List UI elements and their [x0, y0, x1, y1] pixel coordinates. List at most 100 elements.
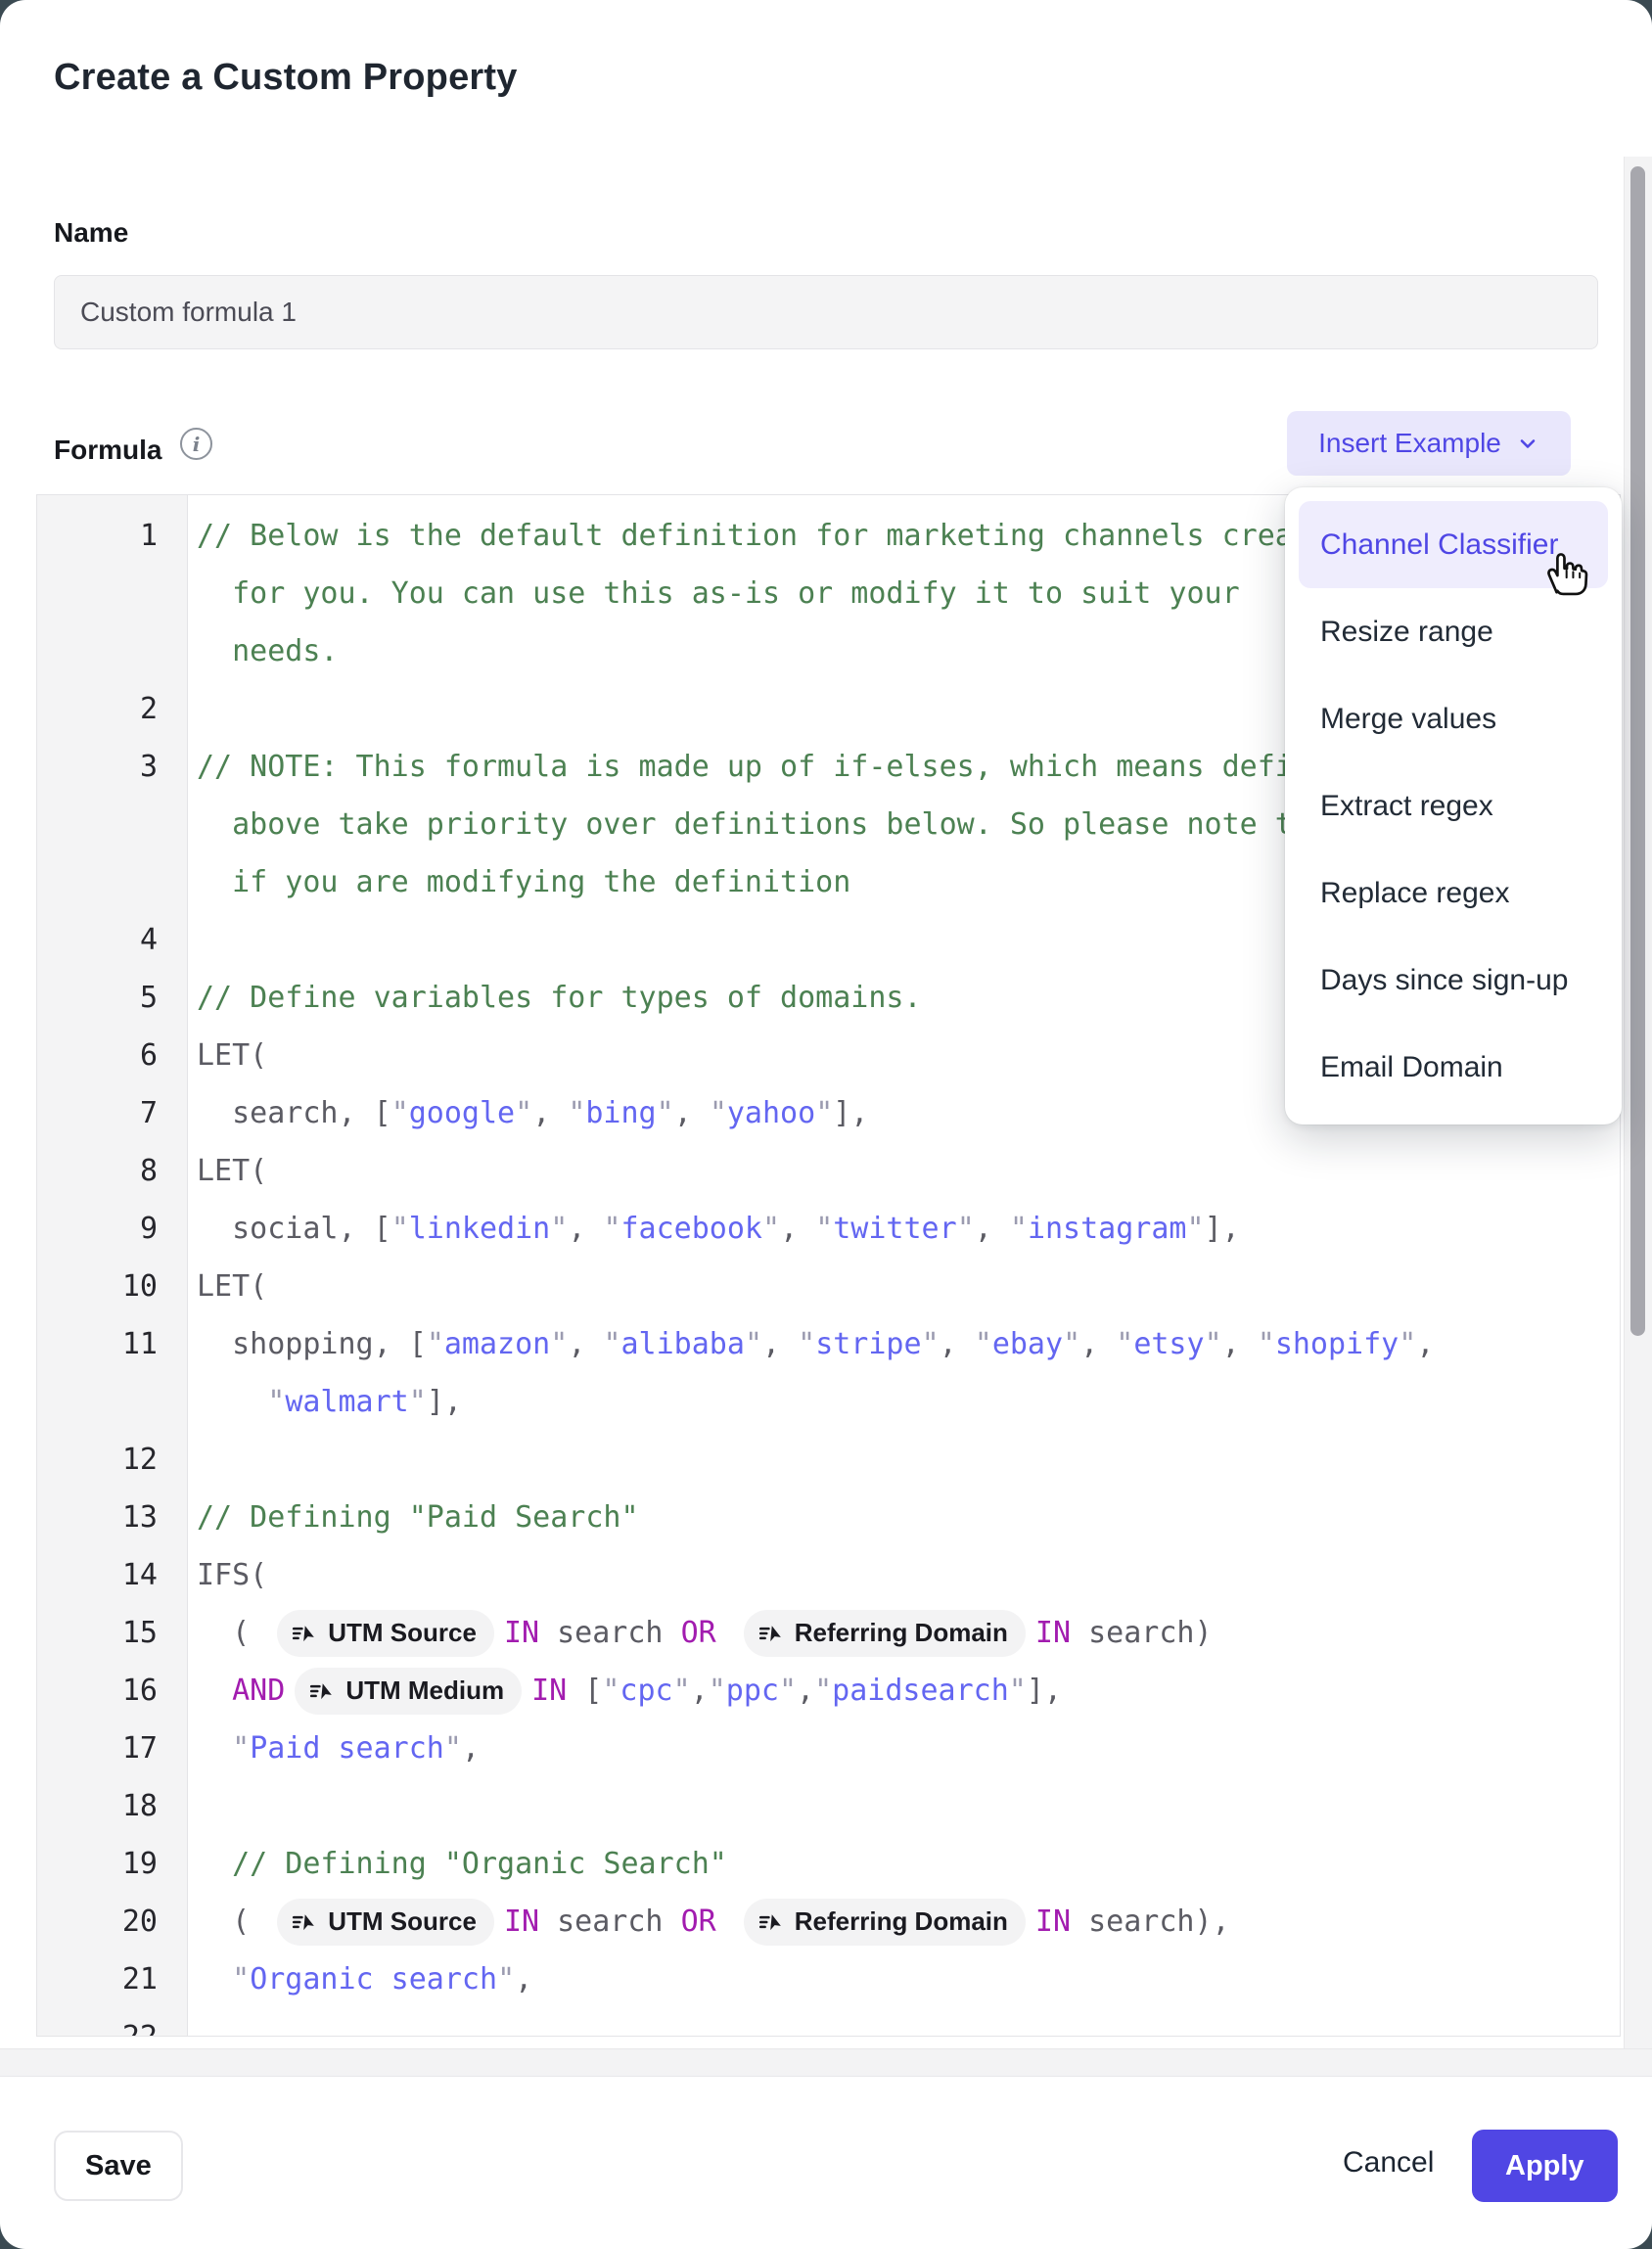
code-token: " [710, 1096, 727, 1130]
code-content: // Define variables for types of domains… [187, 981, 922, 1015]
dropdown-item-merge-values[interactable]: Merge values [1299, 675, 1608, 762]
code-token: if you are modifying the definition [197, 865, 850, 899]
code-token: IN [1035, 1905, 1071, 1939]
property-chip-icon [757, 1621, 783, 1646]
code-token: " [444, 1731, 462, 1766]
code-line: 8LET( [37, 1142, 1620, 1200]
cancel-button[interactable]: Cancel [1337, 2145, 1440, 2180]
insert-example-button[interactable]: Insert Example [1287, 411, 1571, 476]
property-chip-label: UTM Source [328, 1618, 477, 1648]
property-chip-referring-domain[interactable]: Referring Domain [744, 1899, 1026, 1946]
code-content: social, ["linkedin", "facebook", "twitte… [187, 1212, 1240, 1246]
code-token: linkedin [409, 1212, 551, 1246]
code-token: " [957, 1212, 975, 1246]
property-chip-referring-domain[interactable]: Referring Domain [744, 1610, 1026, 1657]
dropdown-item-resize-range[interactable]: Resize range [1299, 588, 1608, 675]
property-chip-label: UTM Source [328, 1906, 477, 1937]
code-token: Organic search [250, 1962, 497, 1997]
line-number: 19 [37, 1847, 187, 1881]
code-token: needs. [197, 634, 339, 668]
code-token: " [657, 1096, 674, 1130]
code-token: IN [504, 1616, 539, 1650]
line-number: 7 [37, 1096, 187, 1130]
code-token: " [267, 1385, 285, 1419]
code-content: above take priority over definitions bel… [187, 807, 1434, 842]
code-token: facebook [621, 1212, 763, 1246]
code-line: 21 "Organic search", [37, 1951, 1620, 2008]
code-token: , [568, 1212, 603, 1246]
code-token: social, [ [197, 1212, 391, 1246]
code-token: amazon [444, 1327, 550, 1361]
code-line: 22 [37, 2008, 1620, 2037]
code-content: "Paid search", [187, 1731, 480, 1766]
code-token: shopify [1275, 1327, 1399, 1361]
code-token: shopping, [ [197, 1327, 427, 1361]
line-number: 5 [37, 981, 187, 1015]
code-token: bing [585, 1096, 656, 1130]
property-chip-label: Referring Domain [795, 1618, 1008, 1648]
code-token: , [462, 1731, 480, 1766]
line-number: 13 [37, 1500, 187, 1535]
code-token: walmart [285, 1385, 408, 1419]
code-token: google [409, 1096, 515, 1130]
dropdown-item-days-since-sign-up[interactable]: Days since sign-up [1299, 937, 1608, 1024]
property-chip-utm-source[interactable]: UTM Source [277, 1610, 494, 1657]
code-token: LET( [197, 1269, 267, 1304]
code-line: 12 [37, 1431, 1620, 1489]
code-token: alibaba [621, 1327, 745, 1361]
code-token: " [232, 1731, 250, 1766]
code-line: 13// Defining "Paid Search" [37, 1489, 1620, 1546]
dropdown-item-channel-classifier[interactable]: Channel Classifier [1299, 501, 1608, 588]
dropdown-item-replace-regex[interactable]: Replace regex [1299, 849, 1608, 937]
code-content: // Below is the default definition for m… [187, 519, 1346, 553]
code-token: " [568, 1096, 585, 1130]
code-token: " [1187, 1212, 1205, 1246]
dropdown-item-extract-regex[interactable]: Extract regex [1299, 762, 1608, 849]
property-chip-utm-source[interactable]: UTM Source [277, 1899, 494, 1946]
code-content: shopping, ["amazon", "alibaba", "stripe"… [187, 1327, 1434, 1361]
code-token: , [532, 1096, 568, 1130]
code-token: search) [1071, 1616, 1213, 1650]
code-token: yahoo [727, 1096, 815, 1130]
line-number: 3 [37, 750, 187, 784]
code-token: twitter [833, 1212, 956, 1246]
info-icon[interactable]: i [180, 428, 212, 460]
name-input[interactable] [54, 275, 1598, 349]
code-token: " [798, 1327, 815, 1361]
code-token: " [779, 1674, 797, 1708]
code-token: , [762, 1327, 798, 1361]
property-chip-icon [308, 1678, 334, 1704]
property-chip-utm-medium[interactable]: UTM Medium [295, 1668, 522, 1715]
code-token: " [427, 1327, 444, 1361]
code-token: Paid search [250, 1731, 444, 1766]
code-token: " [515, 1096, 532, 1130]
property-chip-label: UTM Medium [345, 1675, 504, 1706]
code-token: // Define variables for types of domains… [197, 981, 922, 1015]
apply-button[interactable]: Apply [1472, 2130, 1618, 2202]
code-token: LET( [197, 1038, 267, 1073]
code-token: " [1399, 1327, 1416, 1361]
code-token: IFS( [197, 1558, 267, 1592]
code-token: " [1258, 1327, 1275, 1361]
code-token: " [1010, 1212, 1028, 1246]
code-content: ANDUTM MediumIN ["cpc","ppc","paidsearch… [187, 1668, 1062, 1715]
line-number: 9 [37, 1212, 187, 1246]
dropdown-item-email-domain[interactable]: Email Domain [1299, 1024, 1608, 1111]
code-token: stripe [815, 1327, 921, 1361]
code-line: 15 ( UTM SourceIN search OR Referring Do… [37, 1604, 1620, 1662]
code-token [197, 1674, 232, 1708]
code-content: needs. [187, 634, 339, 668]
code-line: 20 ( UTM SourceIN search OR Referring Do… [37, 1893, 1620, 1951]
code-line: "walmart"], [37, 1373, 1620, 1431]
code-token: search [539, 1616, 681, 1650]
code-token: OR [681, 1616, 716, 1650]
vertical-scrollbar-thumb[interactable] [1630, 166, 1645, 1336]
save-button[interactable]: Save [54, 2131, 183, 2201]
line-number: 17 [37, 1731, 187, 1766]
code-token: , [674, 1096, 710, 1130]
code-line: 17 "Paid search", [37, 1720, 1620, 1777]
code-content: for you. You can use this as-is or modif… [187, 576, 1240, 611]
code-token: " [922, 1327, 940, 1361]
horizontal-scrollbar-track[interactable] [0, 2048, 1652, 2077]
code-line: 18 [37, 1777, 1620, 1835]
